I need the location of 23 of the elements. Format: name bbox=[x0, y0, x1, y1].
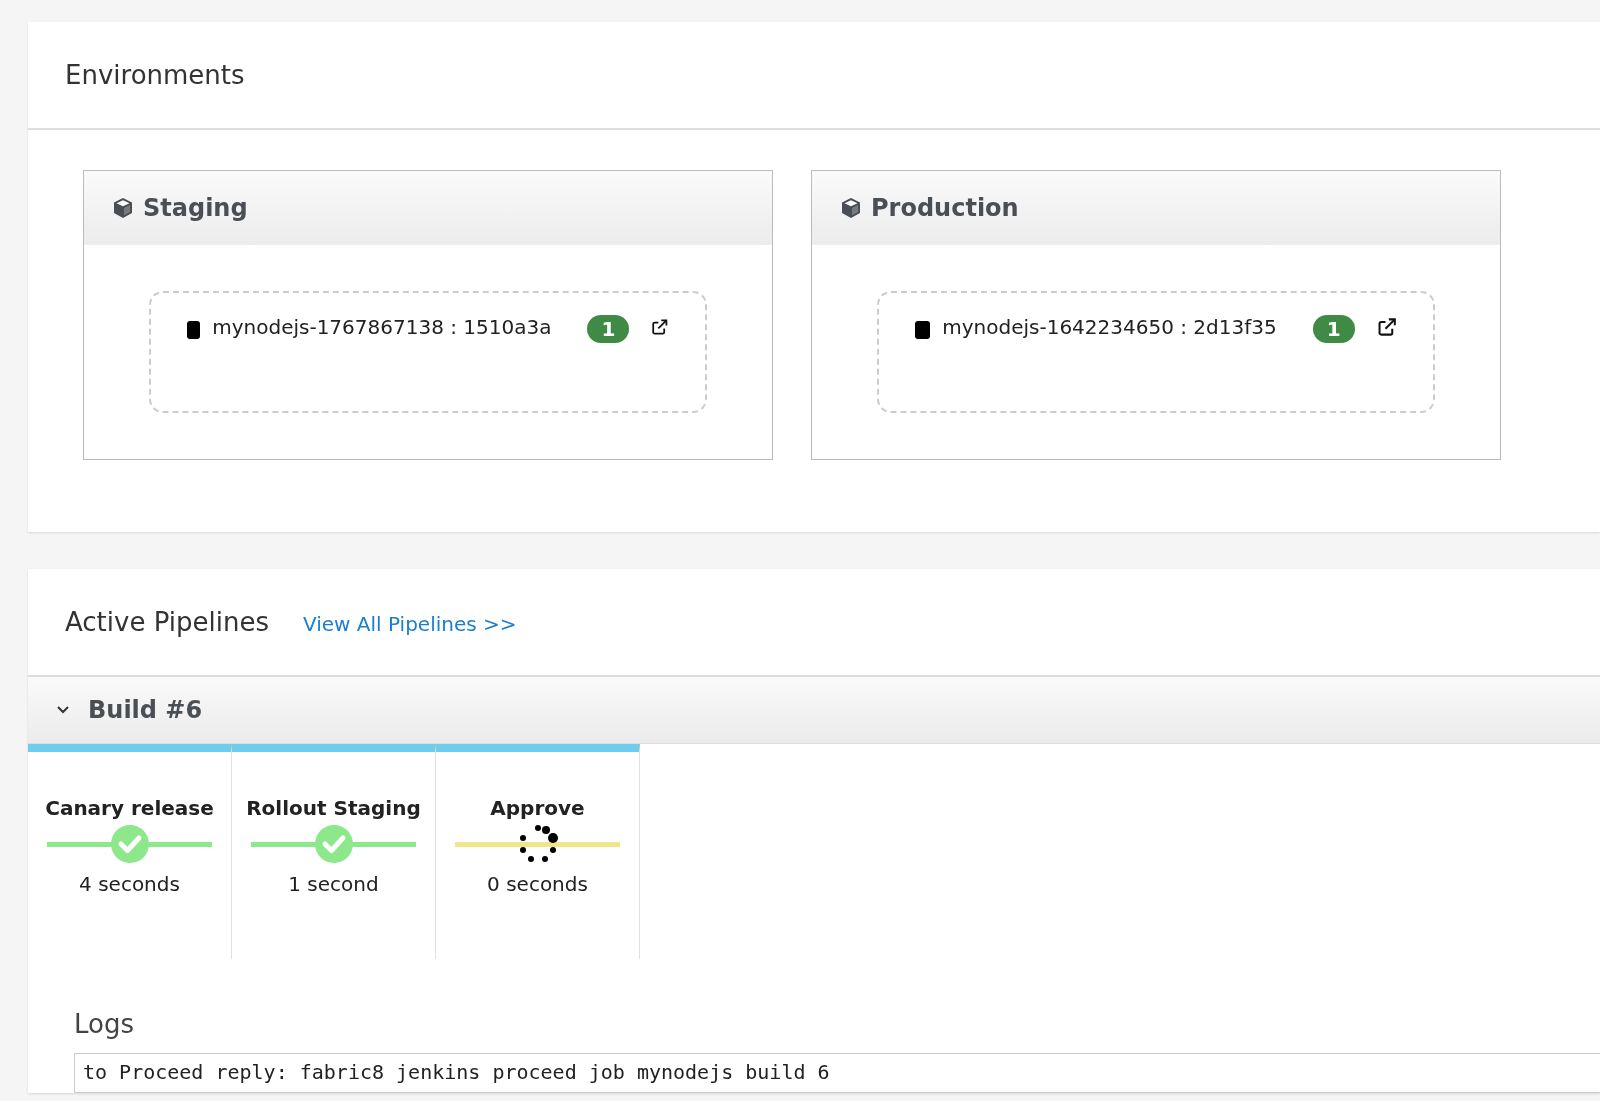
deployment-label: mynodejs-1767867138 : 1510a3a bbox=[212, 315, 552, 339]
pod-count-badge: 1 bbox=[1312, 315, 1355, 343]
log-output: to Proceed reply: fabric8 jenkins proceed job mynodejs build 6 bbox=[74, 1053, 1600, 1093]
cube-icon bbox=[111, 196, 135, 220]
stage-name: Rollout Staging bbox=[246, 796, 421, 820]
environment-title: Production bbox=[871, 194, 1019, 222]
square-icon bbox=[915, 321, 931, 339]
stage-duration: 0 seconds bbox=[487, 872, 588, 896]
section-title: Environments bbox=[65, 60, 245, 90]
view-all-link[interactable]: View All Pipelines >> bbox=[303, 612, 517, 636]
external-link-icon[interactable] bbox=[1376, 315, 1397, 339]
stage-name: Approve bbox=[490, 796, 585, 820]
environment-title: Staging bbox=[143, 194, 248, 222]
stage-duration: 4 seconds bbox=[79, 872, 180, 896]
deployment-label: mynodejs-1642234650 : 2d13f35 bbox=[942, 315, 1277, 339]
stage-name: Canary release bbox=[45, 796, 214, 820]
pod-count-badge: 1 bbox=[587, 315, 630, 343]
cube-icon bbox=[839, 196, 863, 220]
section-title: Active Pipelines bbox=[65, 607, 269, 637]
stage-duration: 1 second bbox=[288, 872, 379, 896]
logs-title: Logs bbox=[74, 1009, 135, 1039]
build-title: Build #6 bbox=[88, 696, 203, 724]
square-icon bbox=[187, 321, 201, 339]
